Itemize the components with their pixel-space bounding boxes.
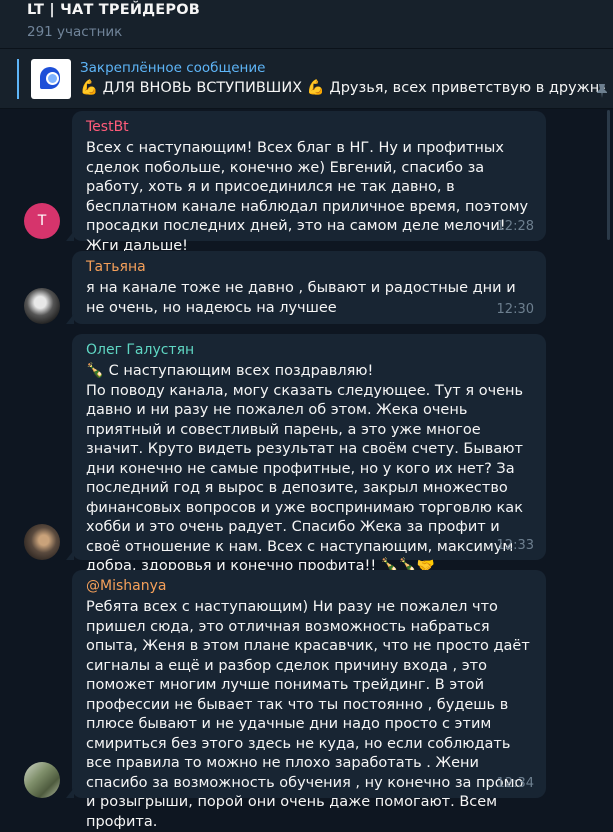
avatar[interactable] <box>24 524 60 560</box>
message-time: 12:28 <box>496 219 534 234</box>
pinned-thumbnail <box>31 59 71 99</box>
avatar[interactable]: T <box>24 203 60 239</box>
message-text: 🍾 С наступающим всех поздравляю! По пово… <box>86 363 524 574</box>
message-text: Всех с наступающим! Всех благ в НГ. Ну и… <box>86 140 529 254</box>
sender-name[interactable]: Татьяна <box>86 259 146 275</box>
pinned-message-bar[interactable]: Закреплённое сообщение 💪 ДЛЯ ВНОВЬ ВСТУП… <box>0 48 613 109</box>
member-count: 291 участник <box>27 24 123 40</box>
pin-icon[interactable] <box>596 83 608 99</box>
sender-name[interactable]: @Mishanya <box>86 578 166 594</box>
message-text: я на канале тоже не давно , бывают и рад… <box>86 280 516 316</box>
message-bubble[interactable]: Олег Галустян 🍾 С наступающим всех поздр… <box>66 334 546 574</box>
scrollbar[interactable] <box>607 110 610 240</box>
avatar[interactable] <box>24 288 60 324</box>
message-time: 12:30 <box>496 302 534 317</box>
message-bubble[interactable]: TestBt Всех с наступающим! Всех благ в Н… <box>66 111 546 254</box>
message-bubble[interactable]: Татьяна я на канале тоже не давно , быва… <box>66 251 546 324</box>
sender-name[interactable]: Олег Галустян <box>86 342 194 358</box>
chat-header[interactable]: LT | ЧАТ ТРЕЙДЕРОВ 291 участник <box>0 0 613 48</box>
sender-name[interactable]: TestBt <box>86 119 129 135</box>
bubble-tail <box>66 788 74 798</box>
message-text: Ребята всех с наступающим) Ни разу не по… <box>86 599 530 830</box>
pinned-label: Закреплённое сообщение <box>80 60 266 76</box>
bubble-tail <box>66 314 74 324</box>
message-bubble[interactable]: @Mishanya Ребята всех с наступающим) Ни … <box>66 570 546 830</box>
message-time: 12:33 <box>496 538 534 553</box>
chat-title: LT | ЧАТ ТРЕЙДЕРОВ <box>27 2 200 18</box>
avatar[interactable] <box>24 762 60 798</box>
pinned-indicator <box>17 59 19 99</box>
message-time: 12:34 <box>496 776 534 791</box>
bubble-tail <box>66 550 74 560</box>
pinned-text: 💪 ДЛЯ ВНОВЬ ВСТУПИВШИХ 💪 Друзья, всех пр… <box>80 80 605 96</box>
bubble-tail <box>66 231 74 241</box>
